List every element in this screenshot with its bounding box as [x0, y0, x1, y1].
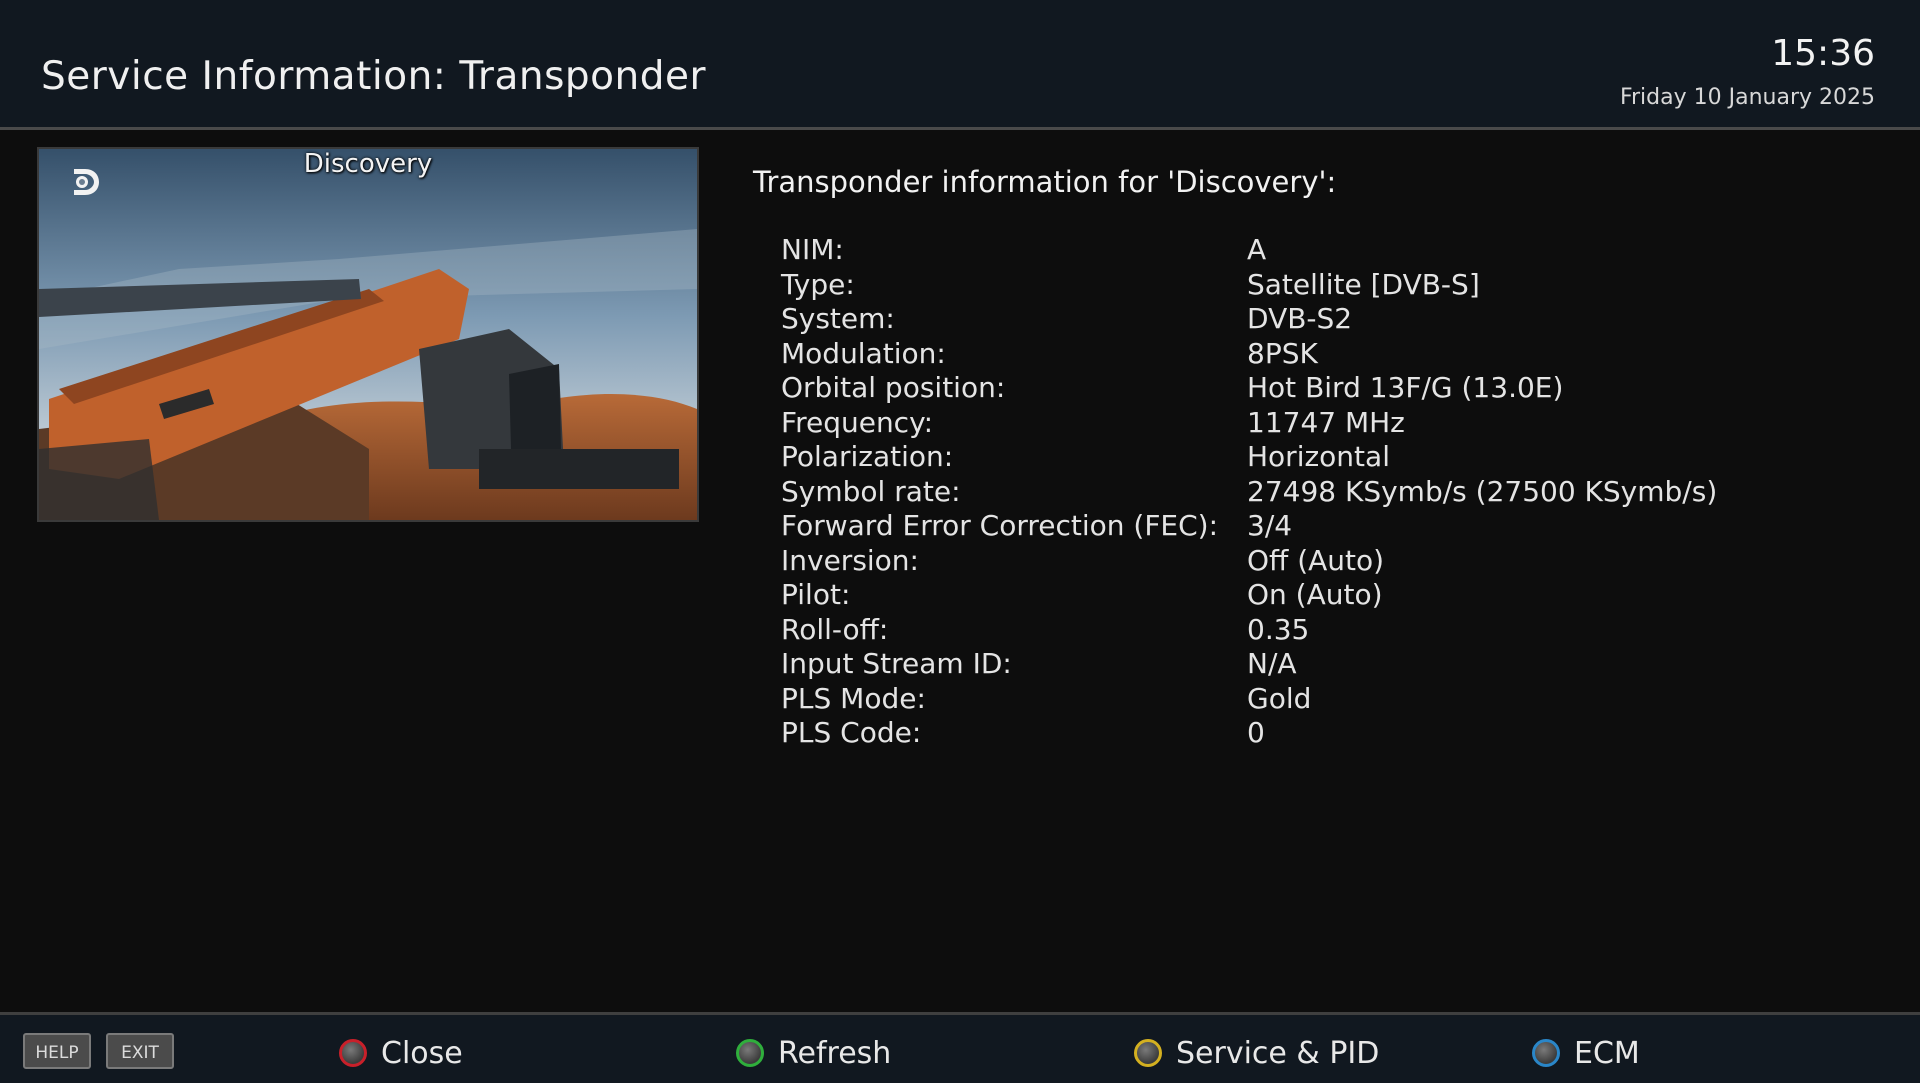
- info-value: On (Auto): [1247, 578, 1383, 611]
- yellow-button-icon: [1134, 1039, 1162, 1067]
- info-label: Symbol rate:: [781, 474, 961, 508]
- info-value: N/A: [1247, 647, 1297, 680]
- info-heading: Transponder information for 'Discovery':: [753, 165, 1337, 199]
- help-key-button[interactable]: HELP: [23, 1033, 91, 1069]
- info-label: Forward Error Correction (FEC):: [781, 509, 1219, 542]
- info-value: A: [1247, 233, 1267, 266]
- clock: 15:36: [1771, 33, 1875, 74]
- info-label: Roll-off:: [781, 612, 889, 646]
- info-value: 27498 KSymb/s (27500 KSymb/s): [1247, 474, 1718, 508]
- refresh-button-label: Refresh: [778, 1035, 892, 1071]
- date: Friday 10 January 2025: [1619, 85, 1875, 110]
- info-label: PLS Mode:: [781, 681, 926, 715]
- info-value: 0.35: [1247, 612, 1310, 646]
- ecm-button[interactable]: ECM: [1532, 1033, 1640, 1073]
- info-value: 8PSK: [1247, 336, 1318, 370]
- red-button-icon: [339, 1039, 367, 1067]
- info-label: Frequency:: [781, 405, 934, 439]
- info-label: Inversion:: [781, 543, 919, 577]
- info-label: Pilot:: [781, 578, 851, 611]
- info-value: Satellite [DVB-S]: [1247, 267, 1480, 301]
- preview-image: [39, 149, 697, 520]
- service-pid-button[interactable]: Service & PID: [1134, 1033, 1379, 1073]
- header-bar: Service Information: Transponder 15:36 F…: [0, 0, 1920, 130]
- info-value: 0: [1247, 716, 1265, 749]
- info-label: Input Stream ID:: [781, 647, 1012, 680]
- info-label: Type:: [781, 267, 855, 301]
- green-button-icon: [736, 1039, 764, 1067]
- info-label: Modulation:: [781, 336, 946, 370]
- info-label: System:: [781, 302, 895, 335]
- info-value: 11747 MHz: [1247, 405, 1405, 439]
- service-pid-button-label: Service & PID: [1176, 1035, 1380, 1071]
- info-value: Horizontal: [1247, 440, 1390, 473]
- exit-key-button[interactable]: EXIT: [106, 1033, 174, 1069]
- info-label: PLS Code:: [781, 716, 922, 749]
- refresh-button[interactable]: Refresh: [736, 1033, 891, 1073]
- page-title: Service Information: Transponder: [41, 54, 707, 99]
- close-button[interactable]: Close: [339, 1033, 463, 1073]
- info-value: DVB-S2: [1247, 302, 1353, 335]
- preview-channel-name: Discovery: [303, 149, 433, 179]
- info-value: Hot Bird 13F/G (13.0E): [1247, 371, 1564, 404]
- info-value: Gold: [1247, 681, 1312, 715]
- ecm-button-label: ECM: [1574, 1035, 1640, 1071]
- footer-bar: HELP EXIT Close Refresh Service & PID EC…: [0, 1012, 1920, 1083]
- video-preview: Discovery: [37, 147, 699, 522]
- info-label: Orbital position:: [781, 371, 1006, 404]
- info-label: NIM:: [781, 233, 844, 266]
- info-label: Polarization:: [781, 440, 954, 473]
- blue-button-icon: [1532, 1039, 1560, 1067]
- info-value: 3/4: [1247, 509, 1293, 542]
- close-button-label: Close: [381, 1035, 463, 1071]
- info-value: Off (Auto): [1247, 543, 1385, 577]
